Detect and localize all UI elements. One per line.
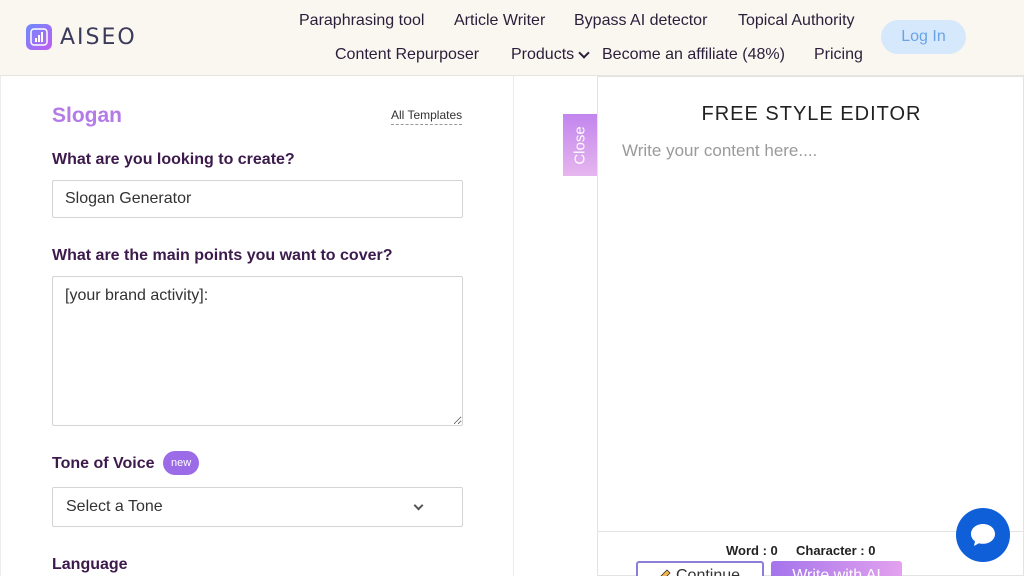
close-editor-tab[interactable]: Close: [563, 114, 597, 176]
editor-title: FREE STYLE EDITOR: [701, 103, 922, 125]
logo[interactable]: AISEO: [26, 24, 137, 50]
logo-icon: [26, 24, 52, 50]
write-with-ai-button[interactable]: Write with AI: [771, 561, 902, 576]
continue-label: Continue: [676, 567, 741, 576]
editor-content-area[interactable]: Write your content here....: [622, 141, 817, 161]
create-input[interactable]: [52, 180, 463, 218]
chevron-down-icon: [413, 500, 424, 511]
template-form-panel: Slogan All Templates What are you lookin…: [0, 76, 514, 576]
top-header: AISEO Paraphrasing tool Article Writer B…: [0, 0, 1024, 76]
nav-products[interactable]: Products: [511, 46, 590, 64]
language-label: Language: [52, 556, 128, 573]
points-label: What are the main points you want to cov…: [52, 247, 393, 264]
all-templates-link[interactable]: All Templates: [391, 108, 463, 125]
create-label: What are you looking to create?: [52, 151, 295, 168]
chat-icon: [971, 524, 995, 546]
new-badge: new: [163, 451, 200, 475]
character-count: Character : 0: [796, 543, 876, 558]
chat-button[interactable]: [956, 508, 1010, 562]
close-editor-label: Close: [571, 125, 589, 165]
nav-pricing[interactable]: Pricing: [814, 46, 863, 64]
nav-paraphrasing-tool[interactable]: Paraphrasing tool: [299, 12, 424, 30]
nav-topical-authority[interactable]: Topical Authority: [738, 12, 855, 30]
logo-text: AISEO: [60, 24, 137, 50]
chevron-down-icon: [578, 46, 590, 59]
page-title: Slogan: [52, 104, 123, 127]
login-button[interactable]: Log In: [881, 20, 966, 54]
word-count: Word : 0: [726, 543, 778, 558]
nav-become-affiliate[interactable]: Become an affiliate (48%): [602, 46, 785, 64]
tone-label: Tone of Voice: [52, 455, 155, 472]
free-style-editor: FREE STYLE EDITOR Write your content her…: [597, 76, 1024, 532]
tone-select-value: Select a Tone: [66, 498, 163, 515]
pen-icon: [660, 569, 671, 576]
nav-article-writer[interactable]: Article Writer: [454, 12, 545, 30]
nav-content-repurposer[interactable]: Content Repurposer: [335, 46, 479, 64]
points-textarea[interactable]: [your brand activity]:: [52, 276, 463, 426]
continue-button[interactable]: Continue: [636, 561, 764, 576]
nav-bypass-ai-detector[interactable]: Bypass AI detector: [574, 12, 707, 30]
tone-select[interactable]: Select a Tone: [52, 487, 463, 527]
nav-products-label: Products: [511, 46, 575, 63]
